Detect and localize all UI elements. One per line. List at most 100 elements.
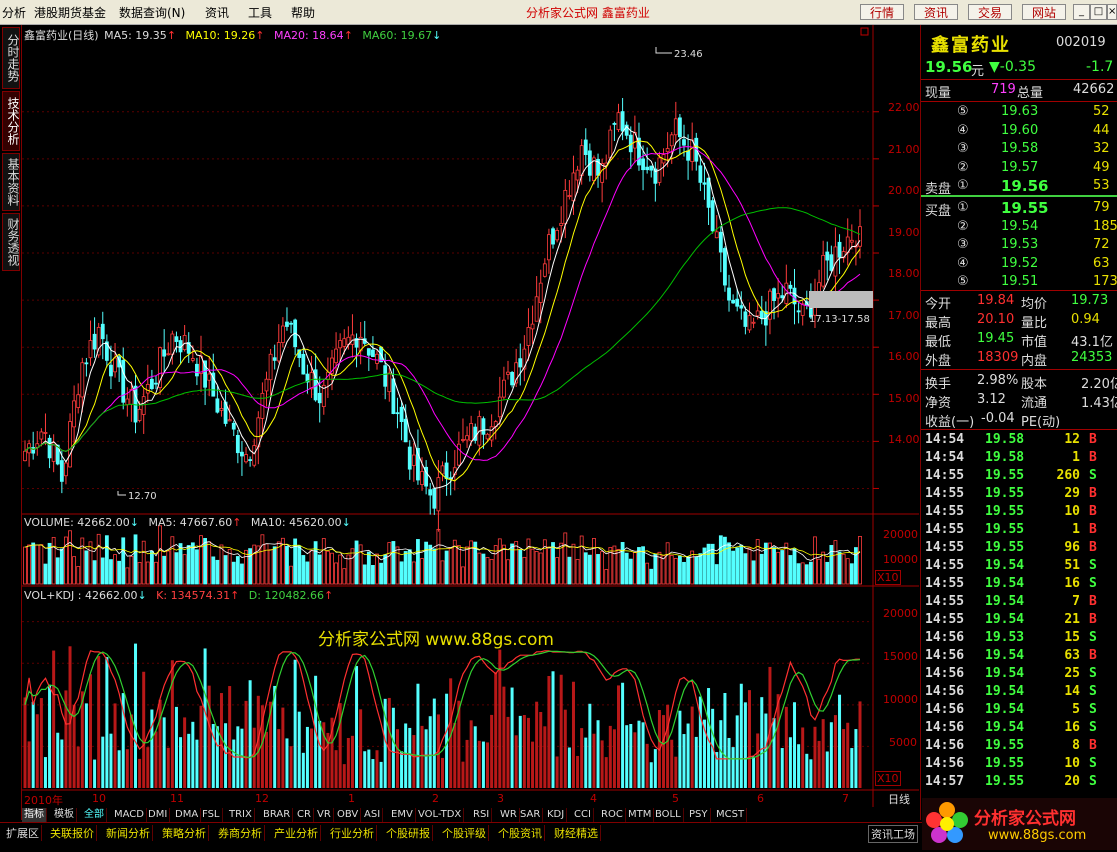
indicator-tab-asi[interactable]: ASI <box>362 808 384 822</box>
kdj-volume-bar <box>817 740 821 788</box>
legend-name: 鑫富药业(日线) <box>24 29 99 42</box>
buy-level-3[interactable]: ③ 19.53 72 <box>921 236 1117 254</box>
menu-news[interactable]: 资讯 <box>205 4 229 21</box>
volume-bar <box>47 542 52 585</box>
news-factory-button[interactable]: 资讯工场 <box>868 825 918 843</box>
indicator-tab-templates[interactable]: 模板 <box>52 808 77 822</box>
indicator-tab-indicators[interactable]: 指标 <box>22 808 47 822</box>
candle-body <box>342 338 347 347</box>
buy-level-1[interactable]: 买盘 ① 19.55 79 <box>921 199 1117 219</box>
indicator-tab-rsi[interactable]: RSI <box>471 808 493 822</box>
indicator-tab-cci[interactable]: CCI <box>572 808 594 822</box>
volume-bar <box>338 554 343 585</box>
indicator-tab-emv[interactable]: EMV <box>389 808 416 822</box>
menu-data-query[interactable]: 数据查询(N) <box>119 4 185 21</box>
chart-canvas[interactable]: 23.46 12.70 17.13-17.58 <box>22 25 919 807</box>
news-button[interactable]: 资讯 <box>914 4 958 20</box>
candle-body <box>608 129 613 159</box>
tick-price: 19.55 <box>985 504 1025 519</box>
tick-side: B <box>1089 450 1097 465</box>
kdj-volume-bar <box>375 750 379 788</box>
indicator-tab-wr[interactable]: WR <box>498 808 520 822</box>
kdj-volume-bar <box>297 711 301 788</box>
maximize-button[interactable]: □ <box>1090 4 1107 20</box>
sell-level-5[interactable]: ⑤ 19.63 52 <box>921 103 1117 121</box>
status-item-10[interactable]: 财经精选 <box>552 825 601 841</box>
kdj-volume-bar <box>179 737 183 788</box>
volume-bar <box>215 559 220 585</box>
tick-volume: 51 <box>1064 558 1080 573</box>
indicator-tab-dmi[interactable]: DMI <box>146 808 171 822</box>
status-item-7[interactable]: 个股研报 <box>384 825 433 841</box>
trade-button[interactable]: 交易 <box>968 4 1012 20</box>
tab-fundamentals[interactable]: 基本资料 <box>2 153 20 211</box>
buy-level-2[interactable]: ② 19.54 185 <box>921 218 1117 236</box>
indicator-tab-obv[interactable]: OBV <box>335 808 362 822</box>
sell-level-2[interactable]: ② 19.57 49 <box>921 159 1117 177</box>
status-item-0[interactable]: 扩展区 <box>4 825 42 841</box>
tick-row: 14:56 19.54 16 S <box>921 719 1117 737</box>
kdj-volume-bar <box>363 751 367 788</box>
sell-level-3[interactable]: ③ 19.58 32 <box>921 140 1117 158</box>
volume-bar <box>555 557 560 585</box>
indicator-tab-roc[interactable]: ROC <box>599 808 626 822</box>
buy-level-5[interactable]: ⑤ 19.51 173 <box>921 273 1117 291</box>
chart-area[interactable]: 23.46 12.70 17.13-17.58 鑫富药业(日线) MA5: 19… <box>22 25 920 807</box>
indicator-tab-brar[interactable]: BRAR <box>261 808 294 822</box>
status-item-4[interactable]: 券商分析 <box>216 825 265 841</box>
indicator-tab-trix[interactable]: TRIX <box>227 808 255 822</box>
volume-bar <box>72 556 77 585</box>
sell-level-4[interactable]: ④ 19.60 44 <box>921 122 1117 140</box>
candle-body <box>575 169 580 181</box>
indicator-tab-fsl[interactable]: FSL <box>200 808 223 822</box>
indicator-tab-voltdx[interactable]: VOL-TDX <box>416 808 465 822</box>
tab-financials[interactable]: 财务透视 <box>2 213 20 271</box>
kdj-volume-bar <box>494 672 498 788</box>
legend-vol-ma10: MA10: 45620.00 <box>250 516 342 529</box>
indicator-tab-psy[interactable]: PSY <box>687 808 711 822</box>
indicator-tab-sar[interactable]: SAR <box>518 808 544 822</box>
indicator-tab-mtm[interactable]: MTM <box>626 808 655 822</box>
indicator-tab-cr[interactable]: CR <box>295 808 314 822</box>
indicator-tab-dma[interactable]: DMA <box>173 808 202 822</box>
kdj-volume-bar <box>215 726 219 788</box>
close-button[interactable]: × <box>1107 4 1117 20</box>
price-tick-17: 17.00 <box>888 309 920 322</box>
sell-level-1[interactable]: 卖盘 ① 19.56 53 <box>921 177 1117 197</box>
volume-bar <box>276 541 281 585</box>
volume-bar <box>489 558 494 585</box>
menu-tools[interactable]: 工具 <box>248 4 272 21</box>
volume-bar <box>628 558 633 585</box>
tab-technical[interactable]: 技术分析 <box>2 91 20 151</box>
current-volume: 719 <box>991 82 1016 97</box>
menu-hk-futures[interactable]: 港股期货基金 <box>34 4 106 21</box>
indicator-tab-macd[interactable]: MACD <box>112 808 147 822</box>
website-button[interactable]: 网站 <box>1022 4 1066 20</box>
indicator-tab-kdj[interactable]: KDJ <box>545 808 568 822</box>
menu-help[interactable]: 帮助 <box>291 4 315 21</box>
candle-body <box>706 177 711 208</box>
indicator-tab-all[interactable]: 全部 <box>82 808 107 822</box>
tick-row: 14:56 19.54 25 S <box>921 665 1117 683</box>
indicator-tab-boll[interactable]: BOLL <box>653 808 684 822</box>
volume-bar <box>714 564 719 585</box>
status-item-2[interactable]: 新闻分析 <box>104 825 153 841</box>
quote-button[interactable]: 行情 <box>860 4 904 20</box>
period-label[interactable]: 日线 <box>888 791 910 807</box>
status-item-6[interactable]: 行业分析 <box>328 825 377 841</box>
menu-analysis[interactable]: 分析 <box>2 4 26 21</box>
status-item-5[interactable]: 产业分析 <box>272 825 321 841</box>
tab-intraday[interactable]: 分时走势 <box>2 27 20 89</box>
tick-volume: 1 <box>1072 522 1080 537</box>
status-item-3[interactable]: 策略分析 <box>160 825 209 841</box>
buy-level-4[interactable]: ④ 19.52 63 <box>921 255 1117 273</box>
status-item-9[interactable]: 个股资讯 <box>496 825 545 841</box>
status-item-8[interactable]: 个股评级 <box>440 825 489 841</box>
indicator-tab-vr[interactable]: VR <box>315 808 334 822</box>
indicator-tab-mcst[interactable]: MCST <box>714 808 748 822</box>
status-item-1[interactable]: 关联报价 <box>48 825 97 841</box>
minimize-button[interactable]: _ <box>1073 4 1090 20</box>
tick-row: 14:55 19.54 21 B <box>921 611 1117 629</box>
volume-bar <box>301 555 306 585</box>
candle-body <box>145 383 150 394</box>
